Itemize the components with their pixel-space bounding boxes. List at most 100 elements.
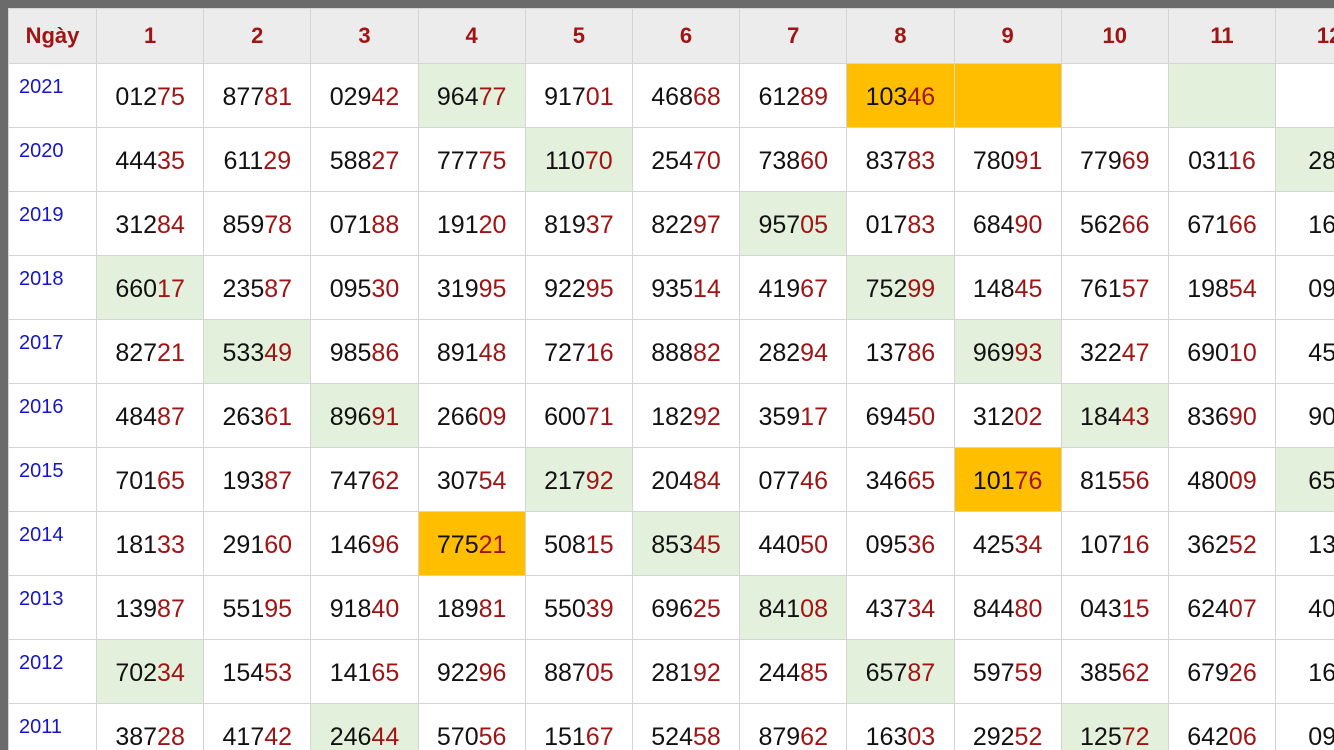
result-cell: 09536 [846,511,955,576]
result-cell: 82721 [95,319,205,384]
table-row: 2018 66017 23587 09530 31995 92295 93514 41967 7… [8,255,1334,320]
result-cell: 81937 [524,191,633,256]
result-leading-digits: 425 [972,531,1015,559]
result-last-two-digits: 01 [585,83,614,111]
result-last-two-digits: 02 [1014,403,1043,431]
result-last-two-digits: 49 [264,339,293,367]
result-cell: 98586 [310,319,419,384]
result-cell: 23587 [203,255,312,320]
result-last-two-digits: 91 [1014,147,1043,175]
result-cell: 92295 [524,255,633,320]
year-link[interactable]: 2018 [8,255,97,320]
result-leading-digits: 600 [544,403,586,431]
table-row: 2013 13987 55195 91840 18981 55039 69625 84108 4… [8,575,1334,640]
result-cell: 48009 [1167,447,1277,512]
result-last-two-digits: 91 [371,403,400,431]
year-link[interactable]: 2016 [8,383,97,448]
table-row: 2020 44435 61129 58827 77775 11070 25470 73860 8… [8,127,1334,192]
result-last-two-digits: 50 [800,531,828,559]
year-link[interactable]: 2017 [8,319,97,384]
result-leading-digits: 985 [329,339,372,367]
result-cell: 29252 [953,703,1062,750]
result-leading-digits: 246 [329,723,372,750]
result-last-two-digits: 52 [1228,531,1257,559]
result-last-two-digits: 48 [478,339,507,367]
result-leading-digits: 137 [865,339,908,367]
result-leading-digits: 457 [1308,339,1334,367]
column-header-day: 5 [524,8,633,64]
result-last-two-digits: 65 [157,467,185,495]
header-row: Ngày 123456789101112 [8,8,1334,64]
result-last-two-digits: 17 [157,275,185,303]
result-leading-digits: 702 [115,659,158,687]
year-link[interactable]: 2011 [8,703,97,750]
column-header-day: 12 [1275,8,1334,64]
result-leading-digits: 110 [545,147,585,175]
year-link[interactable]: 2014 [8,511,97,576]
result-cell: 164 [1275,639,1334,704]
result-leading-digits: 385 [1080,659,1122,687]
result-cell [1167,63,1277,128]
result-leading-digits: 097 [1308,723,1334,750]
result-leading-digits: 887 [544,659,586,687]
result-cell: 28294 [739,319,848,384]
year-link[interactable]: 2020 [8,127,97,192]
result-last-two-digits: 25 [692,595,721,623]
result-cell: 20484 [631,447,741,512]
result-last-two-digits: 05 [800,211,828,239]
result-last-two-digits: 78 [264,211,293,239]
result-cell: 96477 [417,63,526,128]
result-last-two-digits: 03 [907,723,936,750]
result-last-two-digits: 67 [585,723,614,750]
table-row: 2017 82721 53349 98586 89148 72716 88882 28294 1… [8,319,1334,384]
result-leading-digits: 551 [222,595,265,623]
result-last-two-digits: 87 [907,659,936,687]
result-last-two-digits: 92 [692,403,721,431]
result-last-two-digits: 17 [800,403,828,431]
result-cell: 35917 [739,383,848,448]
result-last-two-digits: 16 [1227,147,1256,175]
result-leading-digits: 095 [865,531,908,559]
year-link[interactable]: 2012 [8,639,97,704]
result-last-two-digits: 95 [478,275,507,303]
result-cell: 26609 [417,383,526,448]
result-last-two-digits: 84 [692,467,721,495]
result-leading-digits: 146 [329,531,372,559]
result-last-two-digits: 34 [907,595,936,623]
result-leading-digits: 359 [758,403,801,431]
result-cell: 10346 [846,63,955,128]
result-last-two-digits: 30 [371,275,400,303]
result-leading-digits: 752 [865,275,908,303]
result-leading-digits: 312 [115,211,158,239]
result-last-two-digits: 61 [264,403,293,431]
result-leading-digits: 437 [865,595,908,623]
result-cell: 658 [1275,447,1334,512]
result-last-two-digits: 71 [585,403,614,431]
year-link[interactable]: 2021 [8,63,97,128]
result-last-two-digits: 27 [371,147,400,175]
result-leading-digits: 322 [1080,339,1122,367]
result-cell: 69450 [846,383,955,448]
result-last-two-digits: 75 [478,147,507,175]
result-leading-digits: 193 [222,467,265,495]
result-cell: 62407 [1167,575,1277,640]
result-last-two-digits: 16 [1121,531,1150,559]
result-cell: 15453 [203,639,312,704]
result-last-two-digits: 95 [585,275,614,303]
results-table-container: Ngày 123456789101112 2021012758778102942… [0,0,1334,750]
year-link[interactable]: 2015 [8,447,97,512]
year-link[interactable]: 2019 [8,191,97,256]
result-cell: 097 [1275,703,1334,750]
result-leading-digits: 562 [1080,211,1122,239]
result-last-two-digits: 45 [692,531,721,559]
result-leading-digits: 162 [1308,211,1334,239]
result-last-two-digits: 62 [371,467,400,495]
result-leading-digits: 189 [436,595,479,623]
result-leading-digits: 017 [865,211,908,239]
result-cell: 457 [1275,319,1334,384]
result-cell: 60071 [524,383,633,448]
result-cell: 403 [1275,575,1334,640]
result-leading-digits: 879 [758,723,801,750]
result-cell: 01783 [846,191,955,256]
year-link[interactable]: 2013 [8,575,97,640]
